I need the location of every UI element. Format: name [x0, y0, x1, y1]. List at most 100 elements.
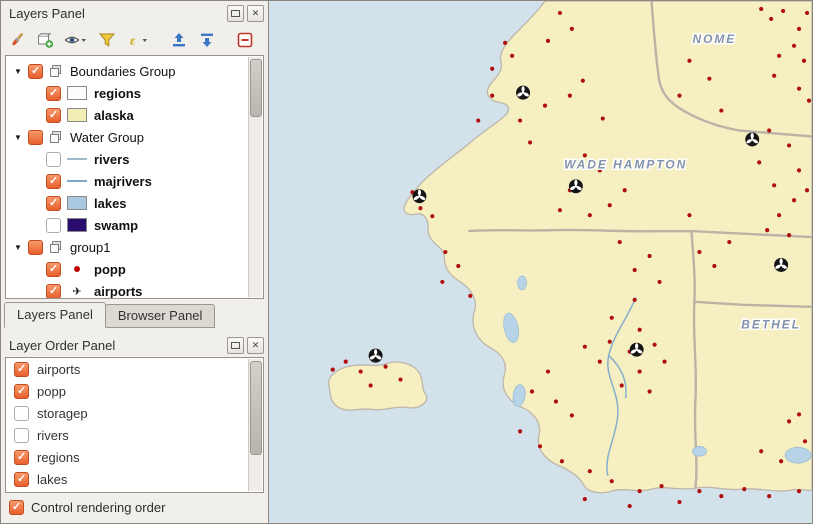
- order-layer-label: lakes: [37, 472, 67, 487]
- population-point: [772, 183, 776, 187]
- manage-layer-visibility-button[interactable]: [61, 28, 91, 52]
- map-canvas[interactable]: NOMEWADE HAMPTONBETHEL: [269, 1, 812, 523]
- population-point: [530, 389, 534, 393]
- control-rendering-order-checkbox[interactable]: [9, 500, 24, 515]
- airport-symbol: [569, 179, 583, 193]
- layer-visibility-checkbox[interactable]: [28, 240, 43, 255]
- layer-visibility-checkbox[interactable]: [28, 130, 43, 145]
- population-point: [456, 264, 460, 268]
- left-dock: Layers Panel ✕ ε: [1, 1, 269, 523]
- order-layer-label: popp: [37, 384, 66, 399]
- tab-browser-panel[interactable]: Browser Panel: [105, 304, 216, 328]
- layer-label: popp: [94, 262, 126, 277]
- region-label: NOME: [692, 32, 736, 46]
- population-point: [777, 213, 781, 217]
- population-point: [657, 280, 661, 284]
- layer-symbol-swatch: [67, 262, 87, 276]
- layer-group-row[interactable]: ▼group1: [6, 236, 263, 258]
- order-row[interactable]: storagep: [6, 402, 263, 424]
- scrollbar-thumb[interactable]: [250, 361, 262, 455]
- population-point: [648, 254, 652, 258]
- population-point: [588, 469, 592, 473]
- population-point: [620, 383, 624, 387]
- layer-symbol-swatch: [67, 152, 87, 166]
- layer-visibility-checkbox[interactable]: [46, 108, 61, 123]
- layer-row[interactable]: regions: [6, 82, 263, 104]
- layer-order-undock-button[interactable]: [227, 337, 244, 354]
- layer-visibility-checkbox[interactable]: [14, 428, 29, 443]
- layer-visibility-checkbox[interactable]: [46, 174, 61, 189]
- layer-visibility-checkbox[interactable]: [46, 86, 61, 101]
- dock-tabs: Layers Panel Browser Panel: [4, 302, 268, 328]
- layer-visibility-checkbox[interactable]: [46, 284, 61, 299]
- population-point: [759, 7, 763, 11]
- order-row[interactable]: popp: [6, 380, 263, 402]
- population-point: [797, 412, 801, 416]
- tab-layers-panel[interactable]: Layers Panel: [4, 302, 106, 328]
- layers-panel-close-button[interactable]: ✕: [247, 5, 264, 22]
- layers-panel-undock-button[interactable]: [227, 5, 244, 22]
- scrollbar-thumb[interactable]: [250, 59, 262, 117]
- population-point: [610, 316, 614, 320]
- population-point: [628, 504, 632, 508]
- population-point: [518, 429, 522, 433]
- population-point: [802, 59, 806, 63]
- expander-icon[interactable]: ▼: [14, 243, 28, 252]
- map-svg: NOMEWADE HAMPTONBETHEL: [269, 1, 812, 523]
- order-row[interactable]: lakes: [6, 468, 263, 490]
- remove-layer-group-button[interactable]: [233, 28, 257, 52]
- expander-icon[interactable]: ▼: [14, 67, 28, 76]
- paintbrush-icon: [8, 31, 26, 49]
- open-layer-styling-button[interactable]: [5, 28, 29, 52]
- population-point: [331, 367, 335, 371]
- layer-row[interactable]: swamp: [6, 214, 263, 236]
- filter-by-expression-button[interactable]: ε: [123, 28, 153, 52]
- layers-toolbar: ε: [1, 25, 268, 55]
- filter-legend-button[interactable]: [95, 28, 119, 52]
- expand-all-button[interactable]: [167, 28, 191, 52]
- layer-visibility-checkbox[interactable]: [46, 218, 61, 233]
- population-point: [759, 449, 763, 453]
- layer-row[interactable]: rivers: [6, 148, 263, 170]
- order-row[interactable]: rivers: [6, 424, 263, 446]
- layer-visibility-checkbox[interactable]: [46, 152, 61, 167]
- layer-row[interactable]: alaska: [6, 104, 263, 126]
- control-rendering-order[interactable]: Control rendering order: [1, 495, 268, 519]
- order-row[interactable]: airports: [6, 358, 263, 380]
- layer-visibility-checkbox[interactable]: [14, 450, 29, 465]
- layer-visibility-checkbox[interactable]: [14, 472, 29, 487]
- layer-visibility-checkbox[interactable]: [28, 64, 43, 79]
- layer-visibility-checkbox[interactable]: [46, 262, 61, 277]
- population-point: [659, 484, 663, 488]
- layer-order-scrollbar[interactable]: [248, 359, 262, 491]
- layer-row[interactable]: popp: [6, 258, 263, 280]
- collapse-all-button[interactable]: [195, 28, 219, 52]
- add-group-button[interactable]: [33, 28, 57, 52]
- expander-icon[interactable]: ▼: [14, 133, 28, 142]
- layer-visibility-checkbox[interactable]: [14, 362, 29, 377]
- expression-epsilon-icon: ε: [126, 31, 150, 49]
- order-row[interactable]: regions: [6, 446, 263, 468]
- layer-group-row[interactable]: ▼Boundaries Group: [6, 60, 263, 82]
- population-point: [546, 39, 550, 43]
- layer-visibility-checkbox[interactable]: [14, 406, 29, 421]
- population-point: [344, 360, 348, 364]
- population-point: [359, 369, 363, 373]
- population-point: [727, 240, 731, 244]
- region-label: WADE HAMPTON: [564, 157, 687, 171]
- order-layer-label: rivers: [37, 428, 69, 443]
- population-point: [608, 340, 612, 344]
- layer-order-close-button[interactable]: ✕: [247, 337, 264, 354]
- layer-label: majrivers: [94, 174, 152, 189]
- population-point: [490, 67, 494, 71]
- layer-row[interactable]: lakes: [6, 192, 263, 214]
- layer-visibility-checkbox[interactable]: [14, 384, 29, 399]
- population-point: [570, 27, 574, 31]
- layer-row[interactable]: majrivers: [6, 170, 263, 192]
- close-icon: ✕: [252, 9, 260, 18]
- layer-row[interactable]: ✈airports: [6, 280, 263, 299]
- population-point: [781, 9, 785, 13]
- layer-visibility-checkbox[interactable]: [46, 196, 61, 211]
- layer-group-row[interactable]: ▼Water Group: [6, 126, 263, 148]
- layer-tree-scrollbar[interactable]: [248, 57, 262, 297]
